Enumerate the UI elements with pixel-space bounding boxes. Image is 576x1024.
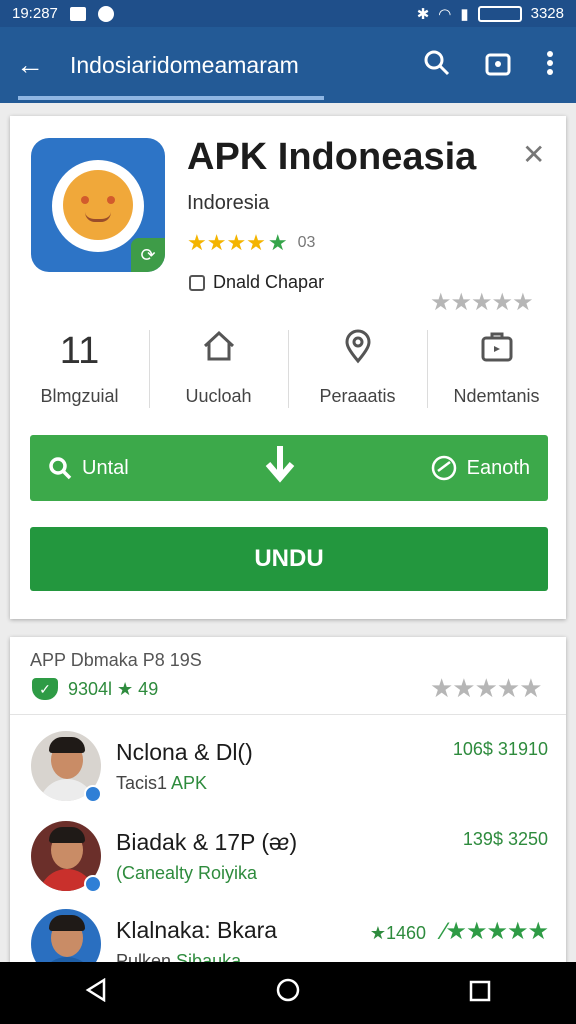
checkbox[interactable] <box>189 274 205 291</box>
close-icon[interactable]: ✕ <box>522 138 545 171</box>
status-bar: 19:287 ✱ ◠ ▮ 3328 <box>0 0 576 27</box>
shield-check-icon: ✓ <box>32 678 58 700</box>
app-icon: ⟳ <box>31 138 165 272</box>
stat-location[interactable]: Peraaatis <box>288 324 427 412</box>
play-badge-icon: ⟳ <box>131 238 165 272</box>
back-icon[interactable] <box>85 977 107 1009</box>
divider <box>10 714 566 715</box>
stat-label: Uucloah <box>185 386 252 406</box>
dev-check-label: Dnald Chapar <box>213 272 325 292</box>
home-icon <box>149 328 288 374</box>
install-button[interactable]: UNDU <box>30 527 548 591</box>
stat-label: Peraaatis <box>319 386 396 406</box>
list-item-name: Nclona & Dl() <box>116 739 253 765</box>
list-item[interactable]: Biadak & 17P (ᴂ) (Canealty Roiyika 139$ … <box>10 807 566 897</box>
verified-badge-icon <box>84 785 102 803</box>
star-icon: ★★★★ <box>187 230 266 255</box>
battery-icon <box>477 5 522 22</box>
stat-count: 11 Blmgzuial <box>10 324 149 412</box>
stat-label: Blmgzuial <box>40 386 119 406</box>
status-time: 19:287 <box>12 5 58 22</box>
store-icon[interactable] <box>484 49 512 82</box>
back-arrow-icon[interactable]: ← <box>16 49 44 81</box>
list-sub-value: 9304l ★ 49 <box>68 678 159 699</box>
system-nav-bar <box>0 962 576 1024</box>
search-icon <box>49 457 72 480</box>
signal-icon: ▮ <box>460 5 469 23</box>
location-pin-icon <box>288 328 427 374</box>
list-item-meta: 139$ 3250 <box>462 829 548 849</box>
home-circle-icon[interactable] <box>276 978 300 1009</box>
download-arrow-icon[interactable] <box>129 444 431 493</box>
list-item[interactable]: Nclona & Dl() Tacis1 APK 106$ 31910 <box>10 717 566 807</box>
list-item-name: Klalnaka: Bkara <box>116 917 278 943</box>
search-icon[interactable] <box>424 50 450 81</box>
recents-square-icon[interactable] <box>469 978 491 1009</box>
list-item-meta-value: ★1460 <box>369 923 427 943</box>
stat-home[interactable]: Uucloah <box>149 324 288 412</box>
app-detail-card: ⟳ APK Indoneasia ✕ Indoresia ★★★★ ★ 03 Dn… <box>10 116 566 619</box>
stat-label: Ndemtanis <box>453 386 540 406</box>
rate-stars[interactable]: ★★★★★ <box>430 288 534 317</box>
app-list-card: APP Dbmaka P8 19S ✓ 9304l ★ 49 ★★★★★ Ncl… <box>10 637 566 979</box>
rating-count: 03 <box>297 234 316 251</box>
star-icon: ★ <box>267 230 288 255</box>
action-left-label: Untal <box>82 456 129 479</box>
battery-text: 3328 <box>530 5 564 22</box>
notification-icon <box>97 5 114 22</box>
folder-icon <box>427 328 566 374</box>
bluetooth-icon: ✱ <box>416 5 430 23</box>
action-bar: Untal Eanoth <box>30 435 548 501</box>
list-item-meta: ★1460 ⁄★★★★★ <box>369 917 549 946</box>
mail-icon <box>69 6 86 21</box>
verified-badge-icon <box>84 875 102 893</box>
list-header: APP Dbmaka P8 19S <box>30 650 202 670</box>
list-item-sub: (Canealty Roiyika <box>116 863 258 883</box>
action-right-label: Eanoth <box>466 456 530 479</box>
tab-indicator <box>18 96 324 100</box>
list-rate-stars[interactable]: ★★★★★ <box>430 673 543 704</box>
more-vert-icon[interactable] <box>546 50 554 81</box>
check-circle-icon <box>431 455 456 481</box>
app-developer[interactable]: Indoresia <box>187 192 269 215</box>
stats-row: 11 Blmgzuial Uucloah Peraaatis Ndemtanis <box>10 324 566 412</box>
action-left-button[interactable]: Untal <box>48 456 129 480</box>
app-rating: ★★★★ ★ 03 <box>187 230 315 256</box>
list-subheader: ✓ 9304l ★ 49 <box>32 678 158 700</box>
app-bar: ← Indosiaridomeamaram <box>0 27 576 103</box>
star-icon: ⁄★★★★★ <box>431 918 549 945</box>
list-item-name: Biadak & 17P (ᴂ) <box>116 829 298 855</box>
list-item-sub: Tacis1 APK <box>116 773 208 793</box>
stat-folder[interactable]: Ndemtanis <box>427 324 566 412</box>
action-right-button[interactable]: Eanoth <box>431 455 530 481</box>
stat-value: 11 <box>59 330 100 372</box>
wifi-icon: ◠ <box>438 5 452 23</box>
app-bar-title: Indosiaridomeamaram <box>70 51 299 78</box>
app-title: APK Indoneasia <box>187 136 477 178</box>
list-item-meta: 106$ 31910 <box>452 739 548 759</box>
dev-checkbox-row[interactable]: Dnald Chapar <box>189 272 324 293</box>
